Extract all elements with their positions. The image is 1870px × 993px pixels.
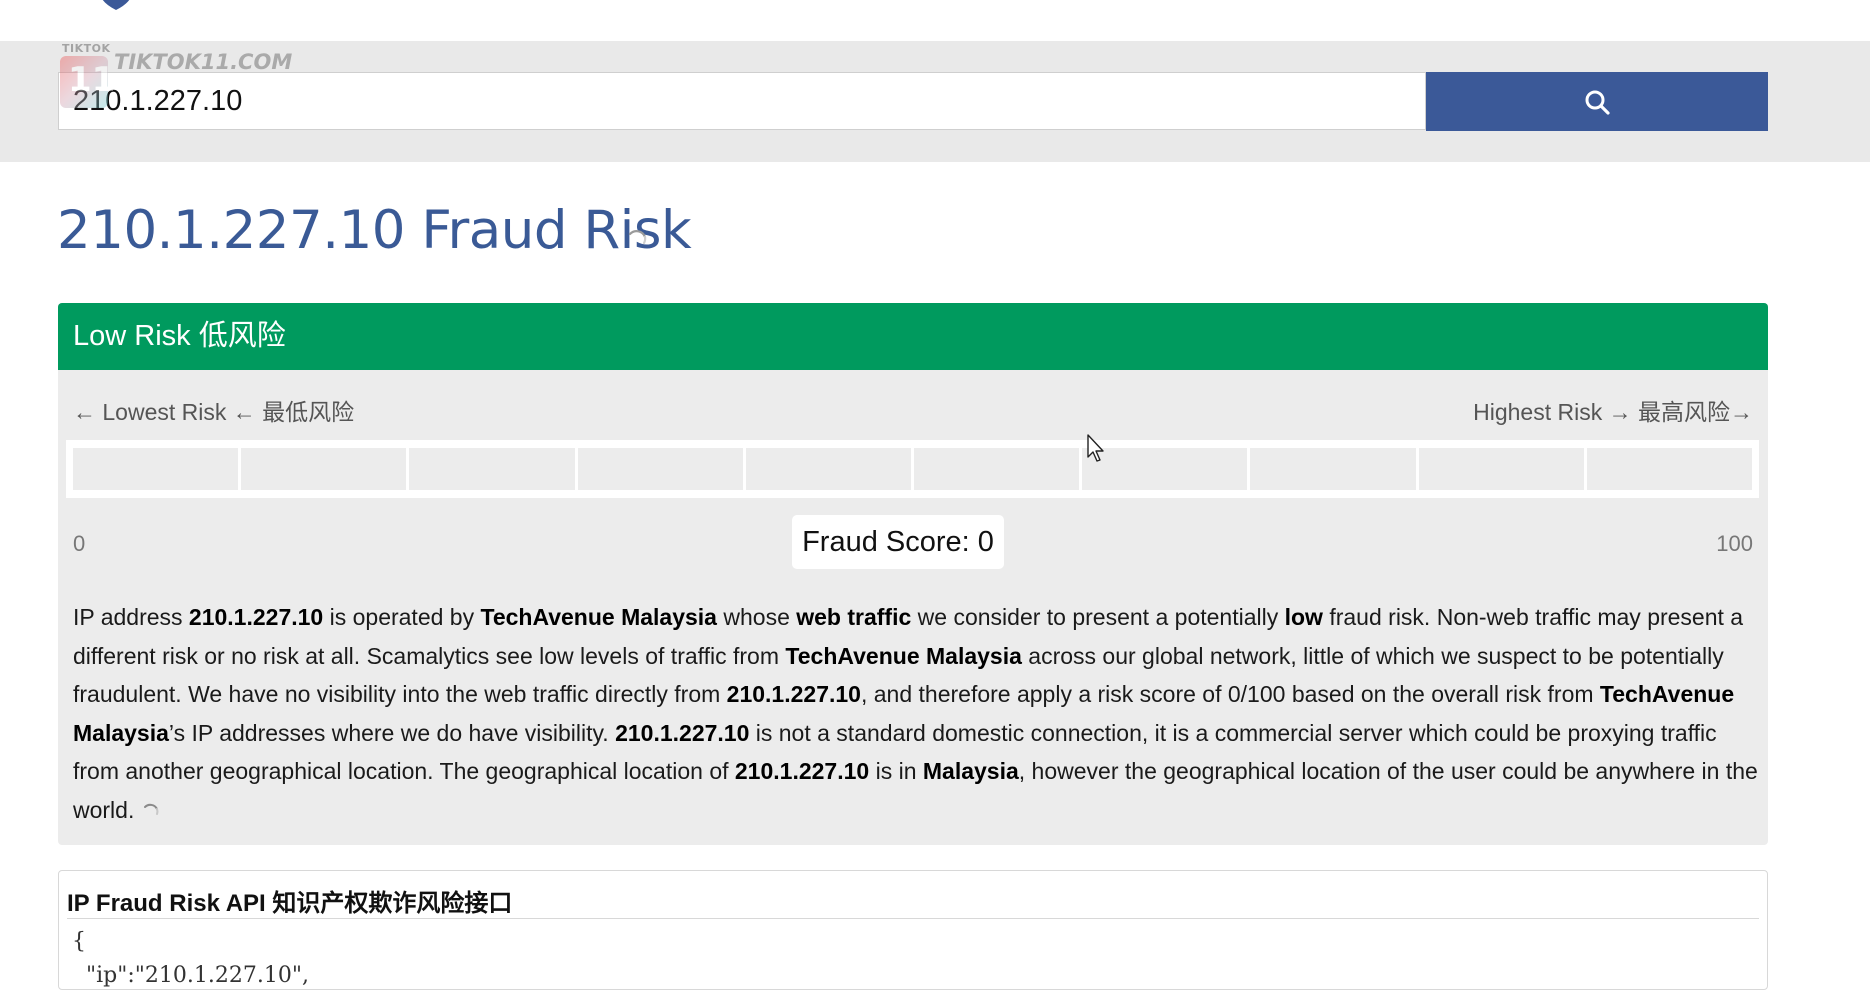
api-json-code: { "ip":"210.1.227.10",	[72, 929, 309, 988]
shield-logo-icon[interactable]	[96, 0, 136, 10]
search-button[interactable]	[1426, 72, 1768, 131]
risk-scale-segment	[73, 448, 239, 490]
risk-scale-segment	[409, 448, 575, 490]
api-panel-title: IP Fraud Risk API 知识产权欺诈风险接口	[67, 890, 513, 917]
risk-description: IP address 210.1.227.10 is operated by T…	[73, 604, 1758, 823]
mouse-cursor-icon	[1087, 434, 1104, 462]
api-panel: IP Fraud Risk API 知识产权欺诈风险接口 { "ip":"210…	[58, 870, 1768, 990]
search-icon	[1585, 90, 1610, 115]
loading-spinner-icon	[144, 804, 159, 816]
risk-scale-segment	[1586, 448, 1753, 490]
lowest-risk-label: ← Lowest Risk ← 最低风险	[73, 399, 355, 425]
scale-max-label: 100	[1716, 531, 1753, 556]
loading-spinner-icon	[628, 230, 647, 245]
risk-level-header: Low Risk 低风险	[58, 303, 1768, 370]
risk-panel: Low Risk 低风险 ← Lowest Risk ← 最低风险 Highes…	[58, 303, 1768, 845]
risk-scale-bar	[66, 440, 1759, 498]
risk-scale-segment	[577, 448, 743, 490]
fraud-score-badge: Fraud Score: 0	[792, 515, 1004, 569]
scale-min-label: 0	[73, 531, 86, 556]
search-input[interactable]: 210.1.227.10	[58, 72, 1426, 130]
risk-scale-segment	[1418, 448, 1584, 490]
risk-scale-segment	[914, 448, 1080, 490]
risk-scale-segment	[241, 448, 407, 490]
highest-risk-label: Highest Risk → 最高风险→	[1473, 399, 1753, 425]
risk-scale-segment	[1250, 448, 1416, 490]
page-title: 210.1.227.10 Fraud Risk	[57, 200, 692, 261]
top-header	[0, 0, 1870, 41]
risk-scale-segment	[745, 448, 912, 490]
divider	[67, 918, 1759, 919]
